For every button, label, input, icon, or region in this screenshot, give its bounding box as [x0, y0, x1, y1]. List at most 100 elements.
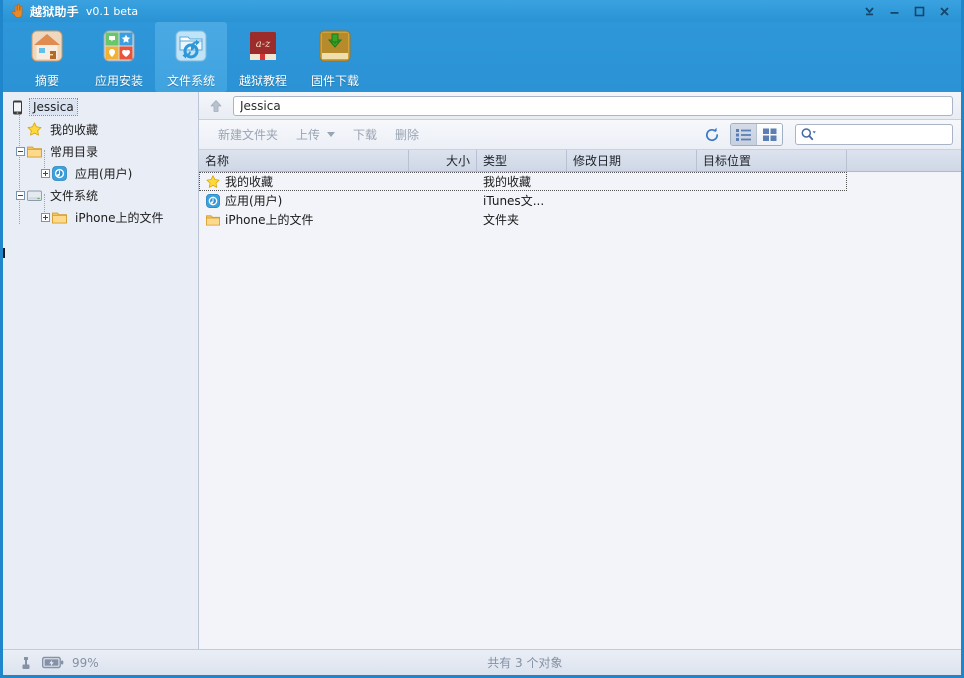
column-label: 类型 [483, 152, 507, 169]
ribbon-tab-label: 文件系统 [167, 72, 215, 89]
apps-grid-icon [97, 27, 141, 69]
sidebar-item-label: iPhone上的文件 [72, 208, 167, 227]
svg-text:a-z: a-z [256, 39, 271, 50]
book-az-icon: a-z [241, 27, 285, 69]
folder-icon [51, 209, 68, 226]
sidebar-item-filesystem[interactable]: 文件系统 [3, 184, 198, 206]
refresh-icon[interactable] [700, 124, 724, 146]
window-title: 越狱助手 [30, 3, 79, 20]
column-label: 目标位置 [703, 152, 751, 169]
search-input[interactable] [818, 127, 952, 143]
status-center-wrap: 共有 3 个对象 [99, 650, 951, 676]
usb-icon [18, 655, 34, 671]
ribbon-tab-label: 摘要 [35, 72, 59, 89]
table-row[interactable]: iPhone上的文件 文件夹 [199, 210, 961, 229]
drive-icon [26, 187, 43, 204]
ribbon-tab-jailbreak-tutorial[interactable]: a-z 越狱教程 [227, 22, 299, 92]
tree-toggle-expand[interactable] [39, 162, 51, 184]
sidebar-splitter-handle[interactable] [3, 247, 5, 257]
battery-charging-icon [42, 656, 64, 669]
file-browser: 新建文件夹 上传 下载 删除 [199, 92, 961, 649]
cell-type: 文件夹 [477, 211, 567, 228]
column-header-name[interactable]: 名称 [199, 150, 409, 171]
object-count-label: 共有 3 个对象 [99, 654, 951, 671]
ribbon-tab-file-system[interactable]: 文件系统 [155, 22, 227, 92]
folder-sync-icon [169, 27, 213, 69]
new-folder-button[interactable]: 新建文件夹 [209, 124, 287, 146]
new-folder-label: 新建文件夹 [218, 126, 278, 143]
search-icon [800, 127, 816, 142]
star-icon [205, 174, 221, 190]
sidebar-item-iphone-files[interactable]: iPhone上的文件 [3, 206, 198, 228]
minimize-button[interactable] [882, 1, 907, 21]
upload-button[interactable]: 上传 [287, 124, 344, 146]
content-area: Jessica 我的收藏 [3, 92, 961, 649]
close-button[interactable] [932, 1, 957, 21]
sidebar-item-label: 常用目录 [47, 142, 101, 161]
table-row[interactable]: 我的收藏 我的收藏 [199, 172, 847, 191]
column-header-type[interactable]: 类型 [477, 150, 567, 171]
sidebar-item-label: 应用(用户) [72, 164, 135, 183]
folder-icon [26, 143, 43, 160]
iphone-device-icon [9, 99, 26, 116]
sidebar-tree: Jessica 我的收藏 [3, 92, 199, 649]
ribbon-tab-app-install[interactable]: 应用安装 [83, 22, 155, 92]
ribbon-tab-label: 固件下载 [311, 72, 359, 89]
itunes-app-icon [51, 165, 68, 182]
column-label: 大小 [446, 152, 470, 169]
window-version: v0.1 beta [86, 5, 138, 18]
column-label: 名称 [205, 152, 229, 169]
table-row[interactable]: 应用(用户) iTunes文... [199, 191, 961, 210]
list-view-icon[interactable] [731, 124, 756, 145]
upload-label: 上传 [296, 126, 320, 143]
ribbon-tab-firmware-download[interactable]: 固件下载 [299, 22, 371, 92]
maximize-button[interactable] [907, 1, 932, 21]
title-bar: 越狱助手 v0.1 beta [3, 0, 961, 22]
view-mode-toggle [730, 123, 783, 146]
grid-view-icon[interactable] [756, 124, 782, 145]
address-input[interactable] [233, 96, 953, 116]
itunes-app-icon [205, 193, 221, 209]
cell-type: 我的收藏 [477, 173, 567, 190]
column-header-size[interactable]: 大小 [409, 150, 477, 171]
battery-percent: 99% [72, 656, 99, 670]
file-list-header: 名称 大小 类型 修改日期 目标位置 [199, 150, 961, 172]
sidebar-item-label: Jessica [30, 99, 77, 115]
delete-button[interactable]: 删除 [386, 124, 428, 146]
cell-name: 我的收藏 [199, 173, 409, 190]
download-button[interactable]: 下载 [344, 124, 386, 146]
ribbon-toolbar: 摘要 应用安装 [3, 22, 961, 92]
download-label: 下载 [353, 126, 377, 143]
star-icon [26, 121, 43, 138]
jailbreak-hand-icon [9, 3, 25, 19]
cell-name: 应用(用户) [199, 192, 409, 209]
column-header-target[interactable]: 目标位置 [697, 150, 847, 171]
arrow-up-icon[interactable] [205, 95, 227, 117]
collapse-button[interactable] [857, 1, 882, 21]
tree-toggle-expand[interactable] [39, 206, 51, 228]
sidebar-item-jessica[interactable]: Jessica [3, 96, 198, 118]
search-box[interactable] [795, 124, 953, 145]
file-list-body[interactable]: 我的收藏 我的收藏 [199, 172, 961, 649]
command-bar: 新建文件夹 上传 下载 删除 [199, 120, 961, 150]
folder-icon [205, 212, 221, 228]
file-name: iPhone上的文件 [225, 211, 314, 228]
file-name: 我的收藏 [225, 173, 273, 190]
status-bar: 99% 共有 3 个对象 [3, 649, 961, 675]
sidebar-item-label: 文件系统 [47, 186, 101, 205]
tree-toggle-collapse[interactable] [14, 140, 26, 162]
sidebar-item-user-apps[interactable]: 应用(用户) [3, 162, 198, 184]
column-header-modified[interactable]: 修改日期 [567, 150, 697, 171]
home-icon [25, 27, 69, 69]
ribbon-tab-summary[interactable]: 摘要 [11, 22, 83, 92]
download-box-icon [313, 27, 357, 69]
file-name: 应用(用户) [225, 192, 282, 209]
address-bar [199, 92, 961, 120]
sidebar-item-favorites[interactable]: 我的收藏 [3, 118, 198, 140]
delete-label: 删除 [395, 126, 419, 143]
tree-toggle-spacer [14, 118, 26, 140]
sidebar-item-common-dirs[interactable]: 常用目录 [3, 140, 198, 162]
tree-toggle-collapse[interactable] [14, 184, 26, 206]
sidebar-item-label: 我的收藏 [47, 120, 101, 139]
chevron-down-icon [327, 132, 335, 137]
